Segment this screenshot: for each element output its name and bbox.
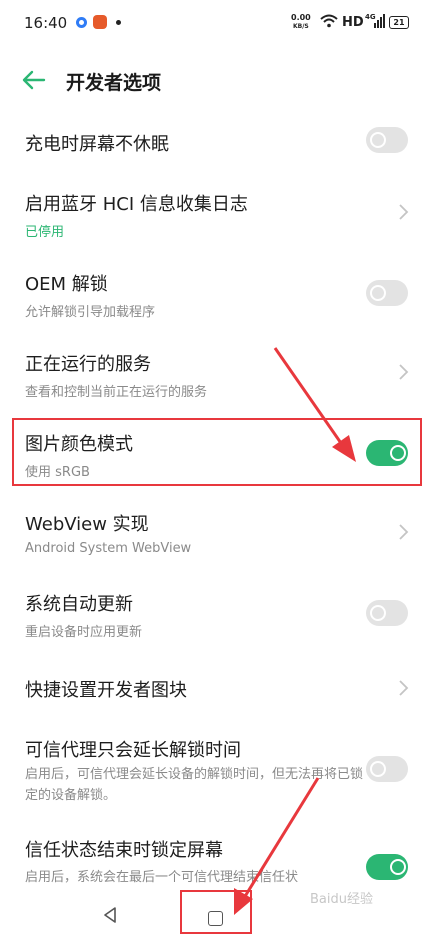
setting-row-lock-on-trust-lost[interactable]: 信任状态结束时锁定屏幕 启用后，系统会在最后一个可信代理结束信任状: [0, 826, 433, 885]
setting-row-bluetooth-hci-log[interactable]: 启用蓝牙 HCI 信息收集日志 已停用: [0, 178, 433, 242]
setting-row-webview[interactable]: WebView 实现 Android System WebView: [0, 498, 433, 562]
status-time: 16:40: [24, 14, 68, 32]
setting-title: 快捷设置开发者图块: [25, 680, 187, 701]
setting-row-quick-tiles[interactable]: 快捷设置开发者图块: [0, 660, 433, 716]
lock-on-trust-lost-toggle[interactable]: [366, 854, 408, 880]
arrow-left-icon[interactable]: [20, 68, 48, 92]
watermark: Baidu经验: [310, 892, 373, 907]
setting-subtitle: 启用后，可信代理会延长设备的解锁时间，但无法再将已锁定的设备解锁。: [25, 767, 364, 803]
notification-more-dot-icon: [116, 20, 121, 25]
chevron-right-icon: [399, 364, 409, 380]
status-bar: 16:40 0.00 KB/S HD 4G 21: [0, 0, 433, 48]
setting-title: 可信代理只会延长解锁时间: [25, 740, 241, 761]
setting-row-trust-agent-extend[interactable]: 可信代理只会延长解锁时间 启用后，可信代理会延长设备的解锁时间，但无法再将已锁定…: [0, 724, 433, 814]
notification-app-icon: [76, 17, 87, 28]
setting-title: WebView 实现: [25, 514, 149, 535]
setting-row-oem-unlock[interactable]: OEM 解锁 允许解锁引导加载程序: [0, 258, 433, 322]
setting-row-stay-awake[interactable]: 充电时屏幕不休眠: [0, 110, 433, 170]
battery-icon: 21: [389, 16, 409, 29]
signal-icon: 4G: [365, 13, 385, 28]
oem-unlock-toggle[interactable]: [366, 280, 408, 306]
setting-subtitle: 查看和控制当前正在运行的服务: [25, 385, 208, 400]
setting-row-running-services[interactable]: 正在运行的服务 查看和控制当前正在运行的服务: [0, 338, 433, 402]
setting-title: 信任状态结束时锁定屏幕: [25, 840, 223, 861]
trust-agent-extend-toggle[interactable]: [366, 756, 408, 782]
setting-subtitle: 允许解锁引导加载程序: [25, 305, 156, 320]
hd-indicator: HD: [342, 15, 364, 30]
setting-subtitle: Android System WebView: [25, 541, 192, 556]
notification-app-icon-2: [93, 15, 107, 29]
setting-title: 启用蓝牙 HCI 信息收集日志: [25, 194, 248, 215]
wifi-icon: [320, 14, 338, 28]
setting-subtitle: 重启设备时应用更新: [25, 625, 143, 640]
setting-title: OEM 解锁: [25, 274, 108, 295]
nav-back-icon[interactable]: [103, 907, 117, 923]
network-speed-value: 0.00: [291, 13, 311, 22]
chevron-right-icon: [399, 204, 409, 220]
svg-text:4G: 4G: [365, 13, 376, 21]
setting-title: 充电时屏幕不休眠: [25, 134, 169, 155]
auto-update-toggle[interactable]: [366, 600, 408, 626]
setting-title: 系统自动更新: [25, 594, 133, 615]
setting-status: 已停用: [25, 225, 65, 240]
app-header: 开发者选项: [0, 56, 433, 106]
setting-title: 正在运行的服务: [25, 354, 151, 375]
chevron-right-icon: [399, 680, 409, 696]
network-speed: 0.00 KB/S: [291, 13, 311, 31]
annotation-highlight-box-home: [180, 890, 252, 934]
annotation-highlight-box: [12, 418, 422, 486]
network-speed-unit: KB/S: [293, 23, 309, 30]
chevron-right-icon: [399, 524, 409, 540]
setting-row-auto-update[interactable]: 系统自动更新 重启设备时应用更新: [0, 578, 433, 642]
stay-awake-toggle[interactable]: [366, 127, 408, 153]
page-title: 开发者选项: [66, 72, 162, 94]
